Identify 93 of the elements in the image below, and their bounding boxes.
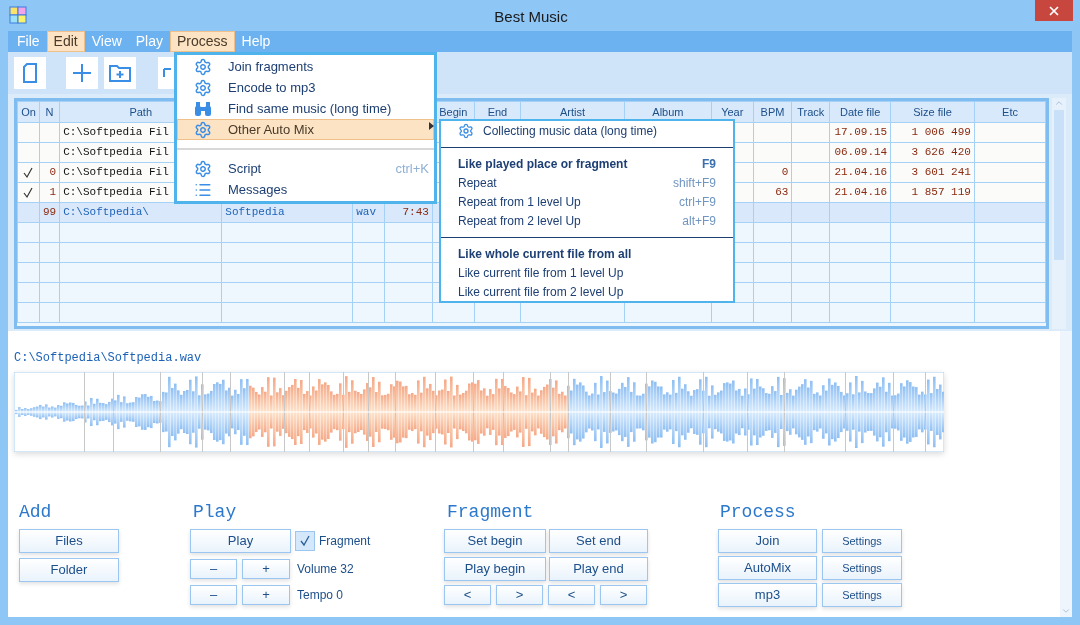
menu-item[interactable]: Find same music (long time) (177, 98, 434, 119)
toolbar-button[interactable] (14, 57, 46, 89)
table-cell: 06.09.14 (834, 146, 888, 159)
table-cell: C:\Softpedia\ (63, 206, 149, 219)
app-logo-icon (9, 6, 27, 24)
table-cell: 7:43 (402, 206, 429, 219)
toolbar-button[interactable] (104, 57, 136, 89)
button[interactable]: > (600, 585, 647, 605)
table-cell: 17.09.15 (834, 126, 888, 139)
submenu-arrow-icon (429, 122, 434, 130)
button[interactable]: AutoMix (718, 556, 817, 580)
plus-icon (72, 63, 92, 83)
table-cell: C:\Softpedia Fil (63, 126, 169, 139)
button[interactable]: mp3 (718, 583, 817, 607)
table-cell: 3 601 241 (911, 166, 971, 179)
table-cell: 1 006 499 (911, 126, 971, 139)
button[interactable]: + (242, 559, 290, 579)
menu-item[interactable]: Script ctrl+K (177, 158, 434, 179)
button[interactable]: + (242, 585, 290, 605)
column-header[interactable]: Artist (560, 105, 586, 118)
menu-item[interactable]: Like played place or fragment F9 (441, 154, 733, 173)
button[interactable]: Settings (822, 529, 902, 553)
gear-icon (194, 120, 212, 139)
file-path: C:\Softpedia\Softpedia.wav (14, 351, 203, 365)
button[interactable]: < (548, 585, 595, 605)
button[interactable]: – (190, 559, 237, 579)
menu-item[interactable]: Repeat shift+F9 (441, 173, 733, 192)
menu-item[interactable]: Messages (177, 179, 434, 200)
check-icon (299, 535, 311, 547)
stepper-label: Tempo 0 (297, 587, 344, 604)
scrollbar[interactable] (1060, 331, 1072, 617)
scrollbar[interactable] (1052, 98, 1066, 329)
button[interactable]: Join (718, 529, 817, 553)
window-title: Best Music (494, 7, 568, 27)
document-icon (23, 63, 37, 83)
check-icon[interactable] (22, 166, 35, 179)
toolbar-icon (163, 68, 171, 78)
menu-item[interactable]: Encode to mp3 (177, 77, 434, 98)
table-cell: C:\Softpedia Fil (63, 146, 169, 159)
table-cell: 99 (42, 206, 57, 219)
menu-item[interactable]: Like current file from 2 level Up (441, 282, 733, 301)
table-cell: C:\Softpedia Fil (63, 166, 169, 179)
section-heading: Add (19, 501, 53, 523)
button[interactable]: Play end (549, 557, 648, 581)
table-cell: wav (356, 206, 376, 219)
menu-item[interactable]: Edit (46, 31, 85, 52)
button[interactable]: > (496, 585, 543, 605)
button[interactable]: Folder (19, 558, 119, 582)
menu-item[interactable]: Process (170, 31, 235, 52)
checkbox-label: Fragment (319, 533, 371, 550)
table-cell: Softpedia (225, 206, 285, 219)
section-heading: Fragment (447, 501, 535, 523)
gear-icon (194, 78, 212, 97)
close-button[interactable] (1035, 0, 1073, 21)
table-cell: 1 (49, 186, 57, 199)
column-header[interactable]: Path (129, 105, 153, 118)
check-icon[interactable] (22, 186, 35, 199)
table-cell: 63 (775, 186, 789, 199)
button[interactable]: Play begin (444, 557, 546, 581)
stepper-label: Volume 32 (297, 561, 354, 578)
toolbar-button[interactable] (66, 57, 98, 89)
button[interactable]: Settings (822, 583, 902, 607)
gear-icon (194, 159, 212, 178)
table-cell: 21.04.16 (834, 166, 888, 179)
menu-item[interactable]: Collecting music data (long time) (441, 121, 733, 140)
section-heading: Process (720, 501, 797, 523)
button[interactable]: Play (190, 529, 291, 553)
menu-item[interactable]: Repeat from 1 level Up ctrl+F9 (441, 192, 733, 211)
waveform-drawing[interactable] (14, 372, 944, 452)
column-header[interactable]: Etc (1002, 105, 1018, 118)
table-cell: 0 (781, 166, 789, 179)
table-cell: 21.04.16 (834, 186, 888, 199)
table-cell: 0 (49, 166, 57, 179)
button[interactable]: < (444, 585, 491, 605)
table-cell: C:\Softpedia Fil (63, 186, 169, 199)
button[interactable]: Set begin (444, 529, 546, 553)
button[interactable]: – (190, 585, 237, 605)
menu-item[interactable]: Repeat from 2 level Up alt+F9 (441, 211, 733, 230)
binoculars-icon (194, 100, 212, 117)
gear-icon (194, 57, 212, 76)
button[interactable]: Set end (549, 529, 648, 553)
button[interactable]: Settings (822, 556, 902, 580)
folder-plus-icon (109, 64, 131, 82)
gear-icon (458, 122, 474, 139)
checkbox[interactable] (295, 531, 315, 551)
section-heading: Play (193, 501, 238, 523)
table-cell: 1 857 119 (911, 186, 971, 199)
menu-item[interactable]: Other Auto Mix (177, 119, 434, 140)
menu-item[interactable]: Join fragments (177, 56, 434, 77)
menu-item[interactable]: Like current file from 1 level Up (441, 263, 733, 282)
menu-item[interactable]: Like whole current file from all (441, 244, 733, 263)
button[interactable]: Files (19, 529, 119, 553)
table-cell: 3 626 420 (911, 146, 971, 159)
